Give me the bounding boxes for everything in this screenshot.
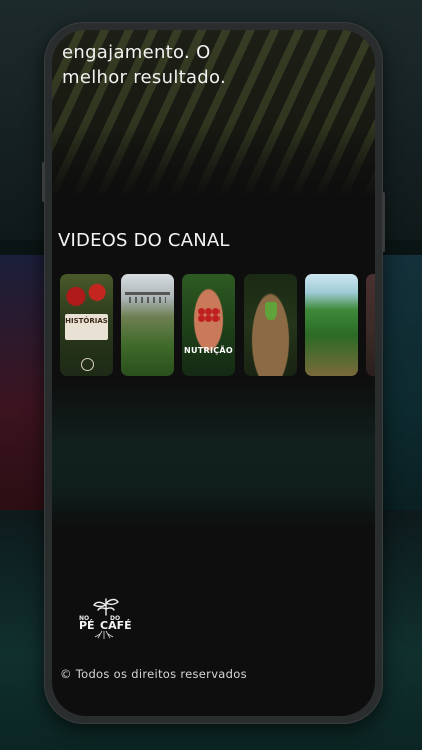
hero-text-line: engajamento. O: [62, 42, 211, 63]
videos-section-title: VIDEOS DO CANAL: [58, 230, 230, 251]
sprout-graphic: [265, 302, 277, 320]
coffee-berries-graphic: [198, 308, 220, 322]
video-thumbnail-nutricao[interactable]: NUTRIÇÃO: [182, 274, 235, 376]
video-thumbnail-irrigation[interactable]: [121, 274, 174, 376]
video-thumbnail-historias[interactable]: HISTÓRIAS: [60, 274, 113, 376]
seal-icon: [81, 358, 94, 371]
brand-logo[interactable]: NO DO PÉ CAFÉ: [76, 593, 136, 641]
background-left-panel: [0, 255, 50, 525]
irrigation-rig-graphic: [129, 297, 166, 303]
phone-frame: engajamento. O melhor resultado. VIDEOS …: [42, 22, 385, 724]
svg-text:CAFÉ: CAFÉ: [100, 619, 132, 632]
copyright-text: © Todos os direitos reservados: [60, 667, 247, 681]
svg-text:PÉ: PÉ: [79, 619, 95, 632]
background-right-panel: [377, 255, 422, 515]
irrigation-rig-graphic: [125, 292, 170, 295]
phone-side-button: [382, 192, 385, 252]
content-placeholder-band: [52, 378, 375, 528]
video-thumbnail-coffee-rows[interactable]: [305, 274, 358, 376]
hero-text: engajamento. O melhor resultado.: [62, 40, 362, 90]
videos-carousel[interactable]: HISTÓRIAS NUTRIÇÃO: [60, 274, 375, 378]
video-thumbnail-seedling[interactable]: [244, 274, 297, 376]
phone-side-button: [42, 162, 45, 202]
video-thumbnail-label: NUTRIÇÃO: [183, 346, 234, 355]
hero-fade: [52, 125, 375, 200]
video-thumbnail-partial[interactable]: [366, 274, 375, 376]
phone-screen: engajamento. O melhor resultado. VIDEOS …: [52, 30, 375, 716]
hero-text-line: melhor resultado.: [62, 67, 227, 88]
video-thumbnail-label: HISTÓRIAS: [65, 314, 108, 340]
